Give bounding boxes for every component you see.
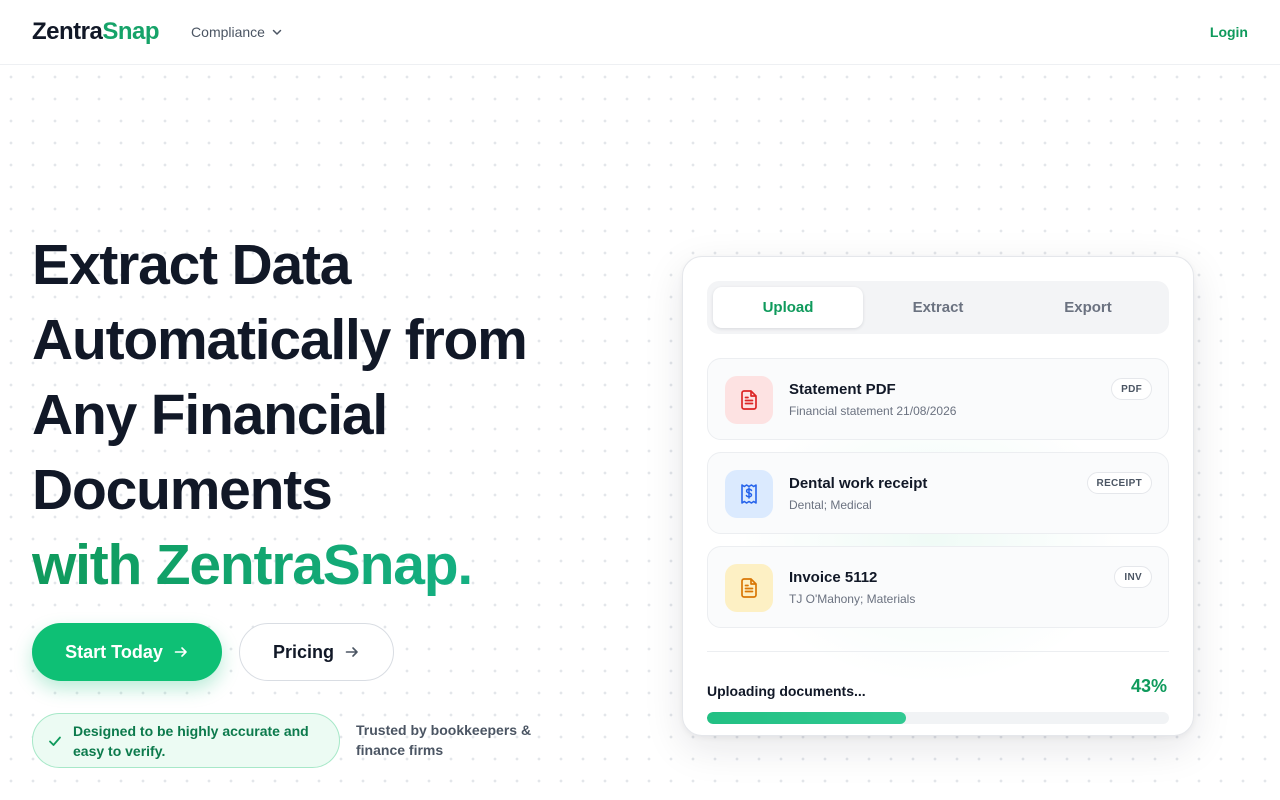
- tab-export[interactable]: Export: [1013, 287, 1163, 328]
- document-item[interactable]: Invoice 5112 TJ O'Mahony; Materials INV: [707, 546, 1169, 628]
- start-today-button[interactable]: Start Today: [32, 623, 222, 681]
- arrow-right-icon: [345, 647, 358, 657]
- upload-status-label: Uploading documents...: [707, 683, 866, 699]
- document-name: Statement PDF: [789, 381, 896, 398]
- upload-progress-fill: [707, 712, 906, 724]
- hero-title-line: Extract Data: [32, 233, 351, 297]
- accuracy-badge-text: Designed to be highly accurate and easy …: [73, 722, 309, 759]
- start-today-label: Start Today: [65, 641, 163, 662]
- upload-progress-bar: [707, 712, 1169, 724]
- hero-title-highlight: with ZentraSnap.: [32, 528, 632, 603]
- document-type-tag: INV: [1114, 566, 1152, 588]
- card-divider: [707, 651, 1169, 652]
- tab-extract[interactable]: Extract: [863, 287, 1013, 328]
- hero-title-line: Documents: [32, 458, 333, 522]
- document-icon-box: [725, 376, 773, 424]
- hero-actions: Start Today Pricing: [32, 623, 394, 681]
- upload-percent: 43%: [1130, 676, 1167, 696]
- hero-title: Extract Data Automatically from Any Fina…: [32, 228, 632, 603]
- document-type-tag: RECEIPT: [1086, 472, 1152, 494]
- check-icon: [49, 736, 61, 746]
- login-link[interactable]: Login: [1210, 24, 1248, 40]
- document-upload-card: Upload Extract Export Statement PDF Fina…: [682, 256, 1194, 736]
- document-description: Dental; Medical: [789, 498, 872, 512]
- accuracy-badge: Designed to be highly accurate and easy …: [32, 713, 340, 768]
- document-item[interactable]: Statement PDF Financial statement 21/08/…: [707, 358, 1169, 440]
- document-item[interactable]: Dental work receipt Dental; Medical RECE…: [707, 452, 1169, 534]
- arrow-right-icon: [174, 647, 187, 657]
- chevron-down-icon: [272, 29, 282, 35]
- hero-title-line: Automatically from: [32, 308, 528, 372]
- nav-compliance-label: Compliance: [191, 24, 265, 40]
- file-text-icon: [741, 578, 757, 598]
- logo-primary: Zentra: [32, 18, 103, 45]
- pricing-label: Pricing: [272, 641, 334, 662]
- nav-compliance-dropdown[interactable]: Compliance: [191, 24, 283, 40]
- pricing-button[interactable]: Pricing: [239, 623, 394, 681]
- logo-accent: Snap: [102, 18, 160, 45]
- document-icon-box: [725, 564, 773, 612]
- logo[interactable]: ZentraSnap: [32, 18, 160, 46]
- file-text-icon: [741, 390, 757, 410]
- receipt-icon: [741, 484, 757, 504]
- document-description: TJ O'Mahony; Materials: [789, 592, 916, 606]
- trusted-text: Trusted by bookkeepers & finance firms: [356, 722, 532, 758]
- card-tabs: Upload Extract Export: [707, 281, 1169, 334]
- document-icon-box: [725, 470, 773, 518]
- site-header: ZentraSnap Compliance Login: [0, 0, 1280, 65]
- document-name: Invoice 5112: [789, 569, 878, 586]
- document-description: Financial statement 21/08/2026: [789, 404, 957, 418]
- document-name: Dental work receipt: [789, 475, 928, 492]
- document-type-tag: PDF: [1111, 378, 1152, 400]
- hero-title-line: Any Financial: [32, 383, 388, 447]
- tab-upload[interactable]: Upload: [713, 287, 863, 328]
